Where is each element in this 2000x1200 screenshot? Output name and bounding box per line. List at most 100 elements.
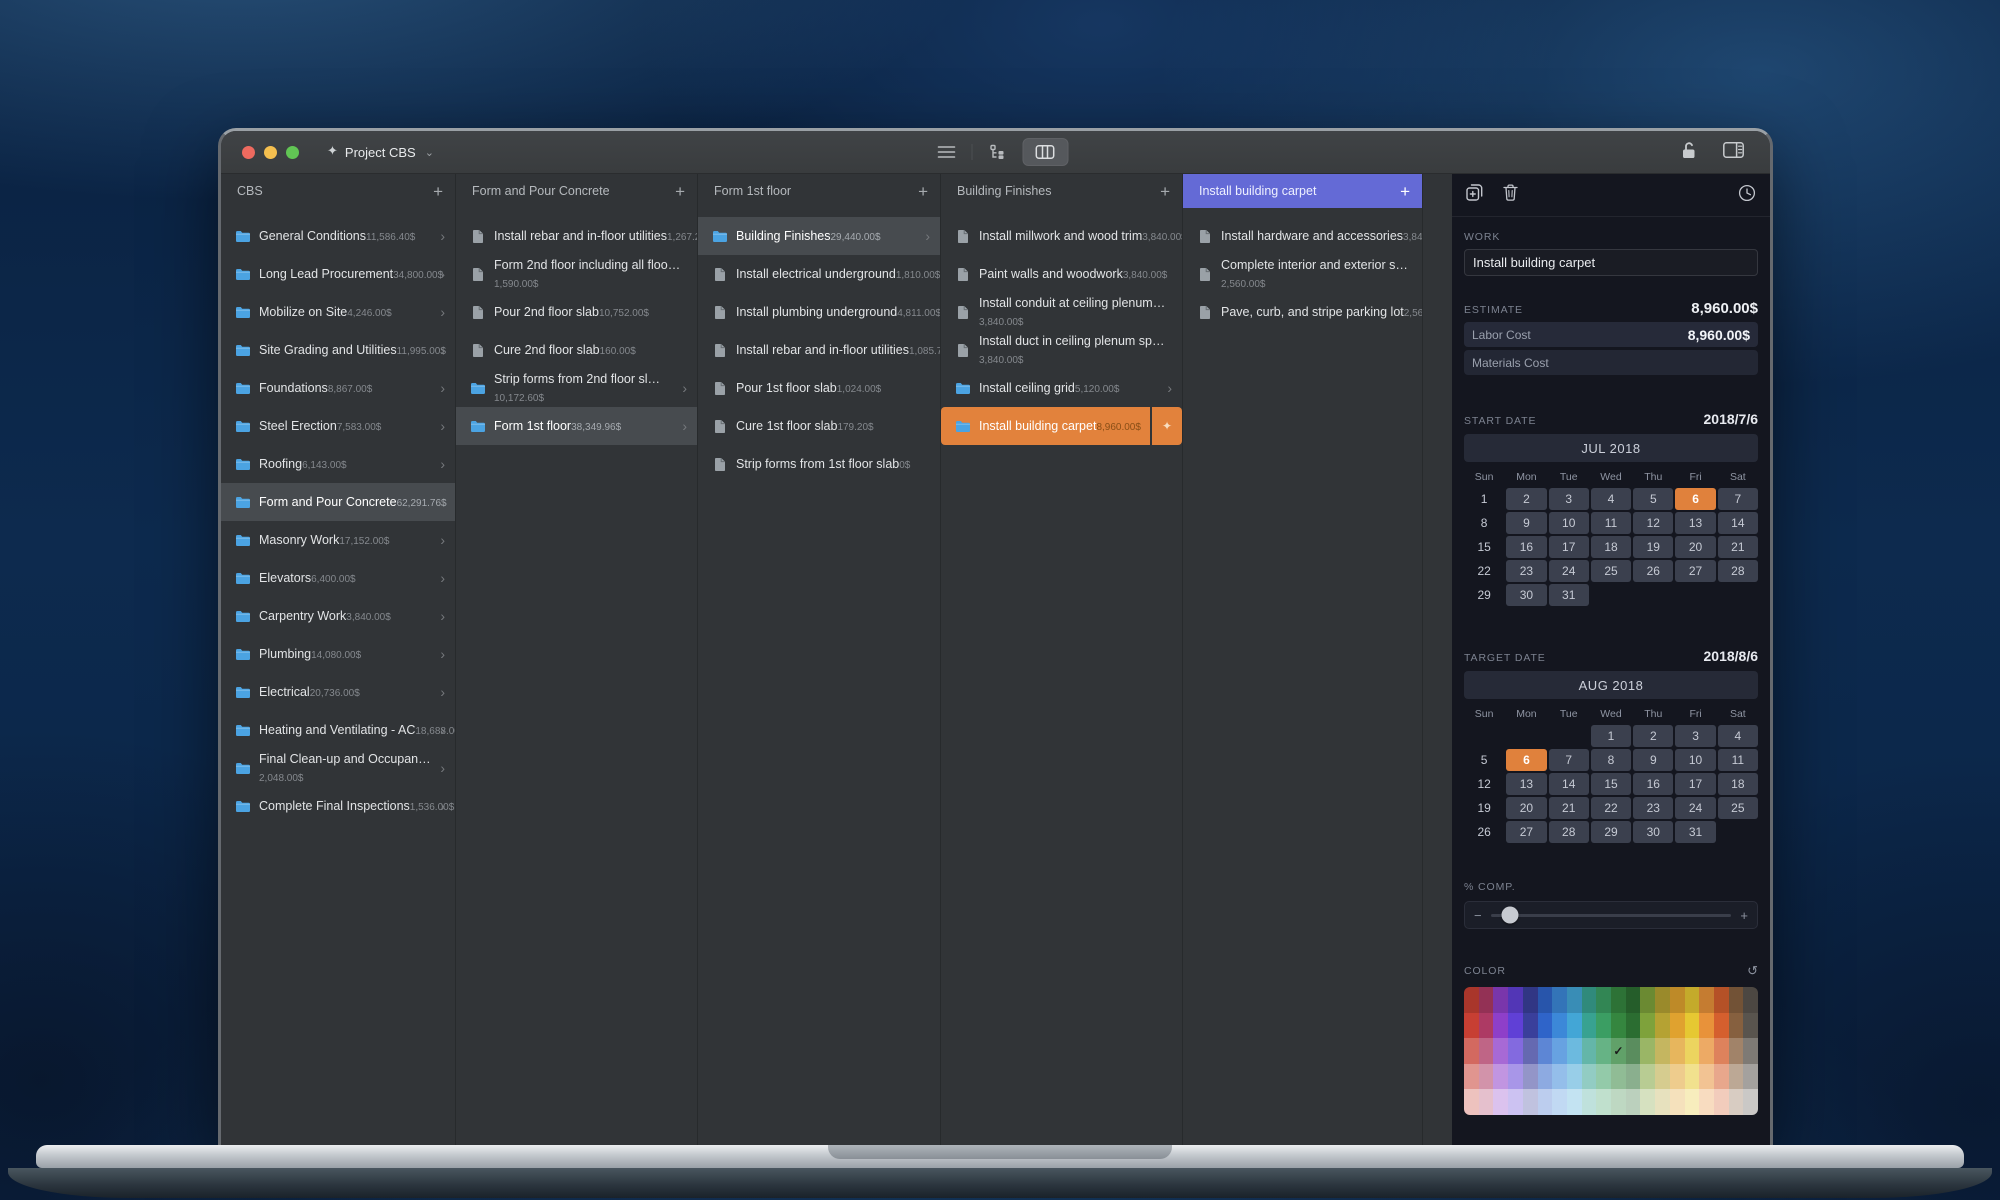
task-row-form-and-pour-concrete[interactable]: Form and Pour Concrete62,291.76$› <box>221 483 455 521</box>
add-item-button[interactable]: + <box>1400 183 1410 200</box>
day-cell-27[interactable]: 27 <box>1675 560 1715 582</box>
color-swatch[interactable] <box>1464 1013 1479 1039</box>
task-row-form-1st-floor[interactable]: Form 1st floor38,349.96$› <box>456 407 697 445</box>
color-swatch[interactable] <box>1699 1013 1714 1039</box>
day-cell-25[interactable]: 25 <box>1591 560 1631 582</box>
day-cell-28[interactable]: 28 <box>1718 560 1758 582</box>
minus-icon[interactable]: − <box>1474 909 1482 922</box>
color-swatch[interactable] <box>1685 987 1700 1013</box>
color-swatch[interactable] <box>1699 987 1714 1013</box>
day-cell-11[interactable]: 11 <box>1591 512 1631 534</box>
task-row-install-rebar-and-in-floor-utilities[interactable]: Install rebar and in-floor utilities1,08… <box>698 331 940 369</box>
day-cell-31[interactable]: 31 <box>1675 821 1715 843</box>
day-cell-10[interactable]: 10 <box>1675 749 1715 771</box>
color-swatch[interactable] <box>1626 1089 1641 1115</box>
day-cell-21[interactable]: 21 <box>1718 536 1758 558</box>
day-cell-31[interactable]: 31 <box>1549 584 1589 606</box>
day-cell-30[interactable]: 30 <box>1506 584 1546 606</box>
color-swatch[interactable] <box>1493 987 1508 1013</box>
color-swatch[interactable] <box>1640 1013 1655 1039</box>
day-cell-1[interactable]: 1 <box>1464 488 1504 510</box>
color-swatch[interactable] <box>1655 1038 1670 1064</box>
color-swatch[interactable] <box>1640 1038 1655 1064</box>
color-swatch[interactable] <box>1538 987 1553 1013</box>
day-cell-23[interactable]: 23 <box>1506 560 1546 582</box>
color-swatch[interactable] <box>1552 1013 1567 1039</box>
color-swatch[interactable] <box>1670 1013 1685 1039</box>
task-row-complete-final-inspections[interactable]: Complete Final Inspections1,536.00$› <box>221 787 455 825</box>
day-cell-3[interactable]: 3 <box>1675 725 1715 747</box>
color-swatch[interactable] <box>1523 1013 1538 1039</box>
plus-icon[interactable]: + <box>1740 909 1748 922</box>
color-swatch[interactable] <box>1743 1064 1758 1090</box>
color-swatch[interactable] <box>1552 1038 1567 1064</box>
day-cell-12[interactable]: 12 <box>1464 773 1504 795</box>
color-swatch[interactable] <box>1552 1089 1567 1115</box>
task-row-long-lead-procurement[interactable]: Long Lead Procurement34,800.00$› <box>221 255 455 293</box>
color-swatch[interactable] <box>1582 1089 1597 1115</box>
color-swatch[interactable] <box>1479 1064 1494 1090</box>
color-swatch[interactable] <box>1567 1013 1582 1039</box>
color-swatch[interactable] <box>1743 1013 1758 1039</box>
color-swatch[interactable] <box>1508 1064 1523 1090</box>
color-swatch[interactable] <box>1567 987 1582 1013</box>
add-item-button[interactable]: + <box>918 183 928 200</box>
day-cell-7[interactable]: 7 <box>1549 749 1589 771</box>
color-swatch[interactable] <box>1493 1089 1508 1115</box>
day-cell-7[interactable]: 7 <box>1718 488 1758 510</box>
color-swatch[interactable] <box>1714 1038 1729 1064</box>
document-title-menu[interactable]: ✦ Project CBS ⌄ <box>327 144 434 160</box>
day-cell-8[interactable]: 8 <box>1464 512 1504 534</box>
color-swatch[interactable] <box>1655 987 1670 1013</box>
cost-row-labor-cost[interactable]: Labor Cost8,960.00$ <box>1464 322 1758 347</box>
color-swatch[interactable] <box>1729 1013 1744 1039</box>
color-swatch[interactable] <box>1640 1064 1655 1090</box>
row-sparkle-button[interactable]: ✦ <box>1152 407 1182 445</box>
view-tree-button[interactable] <box>974 138 1020 166</box>
day-cell-22[interactable]: 22 <box>1464 560 1504 582</box>
color-swatch[interactable] <box>1640 1089 1655 1115</box>
color-swatch[interactable] <box>1479 987 1494 1013</box>
color-swatch[interactable] <box>1508 987 1523 1013</box>
color-swatch[interactable] <box>1538 1064 1553 1090</box>
color-swatch[interactable] <box>1464 1089 1479 1115</box>
color-swatch[interactable] <box>1670 1089 1685 1115</box>
task-row-carpentry-work[interactable]: Carpentry Work3,840.00$› <box>221 597 455 635</box>
color-swatch[interactable] <box>1523 1038 1538 1064</box>
task-row-site-grading-and-utilities[interactable]: Site Grading and Utilities11,995.00$› <box>221 331 455 369</box>
color-swatch[interactable] <box>1714 1013 1729 1039</box>
task-row-install-ceiling-grid[interactable]: Install ceiling grid5,120.00$› <box>941 369 1182 407</box>
color-swatch[interactable] <box>1493 1013 1508 1039</box>
day-cell-2[interactable]: 2 <box>1633 725 1673 747</box>
color-swatch[interactable] <box>1479 1089 1494 1115</box>
day-cell-9[interactable]: 9 <box>1506 512 1546 534</box>
color-swatch[interactable] <box>1596 1038 1611 1064</box>
day-cell-16[interactable]: 16 <box>1506 536 1546 558</box>
task-row-final-clean-up-and-occupan[interactable]: Final Clean-up and Occupan…2,048.00$› <box>221 749 455 787</box>
color-swatch[interactable] <box>1479 1038 1494 1064</box>
color-swatch[interactable] <box>1464 1038 1479 1064</box>
day-cell-5[interactable]: 5 <box>1633 488 1673 510</box>
color-swatch[interactable] <box>1729 1038 1744 1064</box>
day-cell-10[interactable]: 10 <box>1549 512 1589 534</box>
day-cell-20[interactable]: 20 <box>1506 797 1546 819</box>
day-cell-13[interactable]: 13 <box>1506 773 1546 795</box>
task-row-building-finishes[interactable]: Building Finishes29,440.00$› <box>698 217 940 255</box>
day-cell-24[interactable]: 24 <box>1675 797 1715 819</box>
close-button[interactable] <box>242 146 255 159</box>
day-cell-6[interactable]: 6 <box>1506 749 1546 771</box>
task-row-pour-2nd-floor-slab[interactable]: Pour 2nd floor slab10,752.00$ <box>456 293 697 331</box>
color-swatch[interactable] <box>1685 1064 1700 1090</box>
color-swatch[interactable] <box>1552 1064 1567 1090</box>
color-swatch[interactable] <box>1508 1089 1523 1115</box>
day-cell-30[interactable]: 30 <box>1633 821 1673 843</box>
day-cell-17[interactable]: 17 <box>1549 536 1589 558</box>
color-swatch[interactable] <box>1729 987 1744 1013</box>
color-swatch[interactable] <box>1655 1089 1670 1115</box>
day-cell-1[interactable]: 1 <box>1591 725 1631 747</box>
percent-complete-slider[interactable]: − + <box>1464 901 1758 929</box>
day-cell-16[interactable]: 16 <box>1633 773 1673 795</box>
color-swatch[interactable] <box>1714 1089 1729 1115</box>
color-swatch[interactable] <box>1685 1013 1700 1039</box>
color-swatch[interactable] <box>1611 987 1626 1013</box>
